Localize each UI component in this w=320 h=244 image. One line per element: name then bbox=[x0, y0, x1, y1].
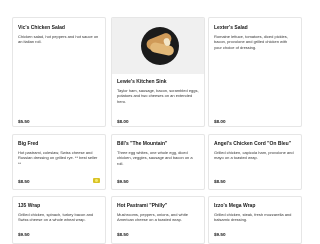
menu-item-card[interactable]: Hot Pastrami "Philly" Mushrooms, peppers… bbox=[111, 196, 205, 244]
item-price: $8.00 bbox=[214, 119, 226, 124]
item-name: Hot Pastrami "Philly" bbox=[117, 203, 168, 209]
item-price: $9.50 bbox=[214, 232, 226, 237]
menu-item-card[interactable]: Big Fred Hot pastrami, coleslaw, Swiss c… bbox=[12, 134, 106, 190]
menu-item-card[interactable]: Vic's Chicken Salad Chicken salad, hot p… bbox=[12, 17, 106, 127]
item-price: $8.50 bbox=[214, 179, 226, 184]
item-description: Mushrooms, peppers, onions, and white Am… bbox=[117, 212, 188, 223]
item-name: Angel's Chicken Cord "On Bleu" bbox=[214, 141, 292, 147]
menu-item-card[interactable]: Lexter's Salad Romaine lettuce, tomatoes… bbox=[208, 17, 302, 127]
item-price: $9.50 bbox=[18, 232, 30, 237]
item-description: Romaine lettuce, tomatoes, diced pickles… bbox=[214, 34, 288, 50]
item-price: $8.50 bbox=[18, 179, 30, 184]
item-name: Big Fred bbox=[18, 141, 39, 147]
item-name: Lewie's Kitchen Sink bbox=[117, 79, 167, 85]
star-badge-icon bbox=[93, 178, 100, 183]
menu-item-card[interactable]: Angel's Chicken Cord "On Bleu" Grilled c… bbox=[208, 134, 302, 190]
item-price: $5.50 bbox=[18, 119, 30, 124]
item-name: Vic's Chicken Salad bbox=[18, 25, 65, 31]
item-description: Grilled chicken, steak, fresh mozzarella… bbox=[214, 212, 292, 223]
item-name: 135 Wrap bbox=[18, 203, 41, 209]
item-price: $9.50 bbox=[117, 179, 129, 184]
item-photo bbox=[112, 18, 204, 74]
item-description: Three egg whites, one whole egg, diced c… bbox=[117, 150, 193, 166]
item-name: Lexter's Salad bbox=[214, 25, 248, 31]
menu-item-card[interactable]: Izzo's Mega Wrap Grilled chicken, steak,… bbox=[208, 196, 302, 244]
item-name: Izzo's Mega Wrap bbox=[214, 203, 256, 209]
item-description: Chicken salad, hot peppers and hot sauce… bbox=[18, 34, 99, 45]
item-price: $8.00 bbox=[117, 119, 129, 124]
item-description: Hot pastrami, coleslaw, Swiss cheese and… bbox=[18, 150, 98, 166]
item-name: Bill's "The Mountain" bbox=[117, 141, 168, 147]
menu-grid: Vic's Chicken Salad Chicken salad, hot p… bbox=[0, 0, 320, 244]
item-price: $8.50 bbox=[117, 232, 129, 237]
item-description: Grilled chicken, spinach, turkey bacon a… bbox=[18, 212, 94, 223]
menu-item-card[interactable]: 135 Wrap Grilled chicken, spinach, turke… bbox=[12, 196, 106, 244]
menu-item-card[interactable]: Bill's "The Mountain" Three egg whites, … bbox=[111, 134, 205, 190]
item-description: Grilled chicken, capicola ham, provolone… bbox=[214, 150, 294, 161]
item-description: Taylor ham, sausage, bacon, scrambled eg… bbox=[117, 88, 199, 104]
menu-item-card[interactable]: Lewie's Kitchen Sink Taylor ham, sausage… bbox=[111, 17, 205, 127]
